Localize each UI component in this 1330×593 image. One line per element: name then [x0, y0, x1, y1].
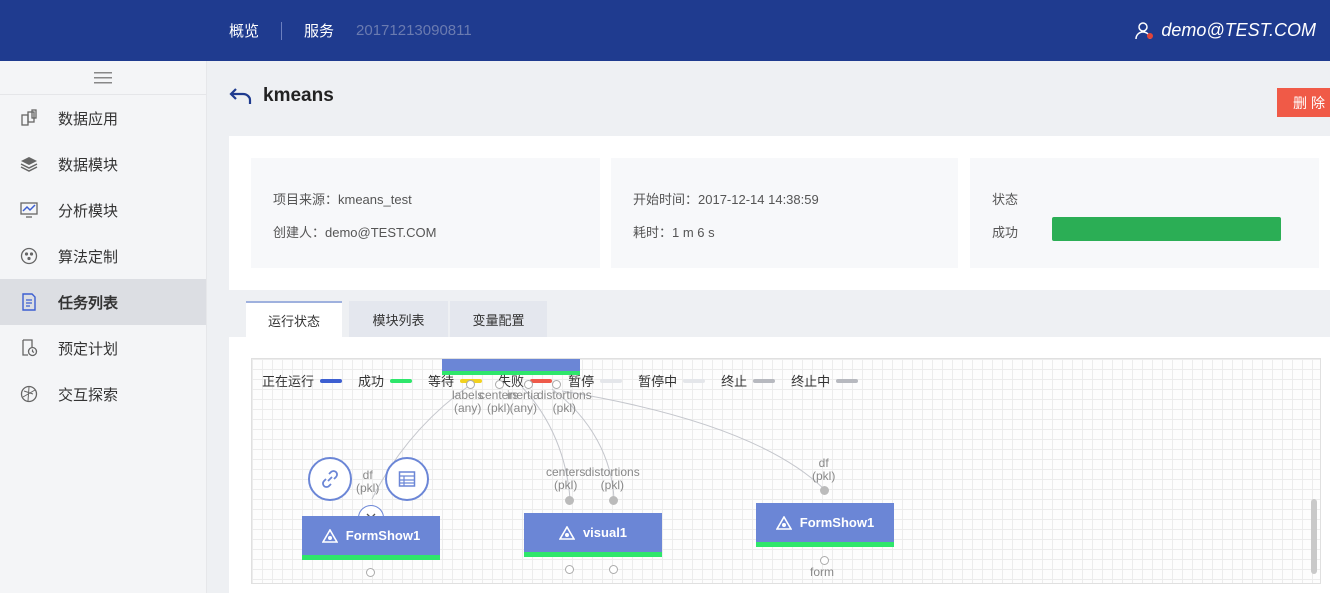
- port-type: (pkl): [600, 478, 625, 492]
- input-label-distortions: distortions (pkl): [585, 466, 640, 492]
- job-id-breadcrumb: 20171213090811: [356, 22, 472, 39]
- sidebar: 数据应用 数据模块 分析模块 算法定制 任务列表 预定计划 交互探索: [0, 61, 207, 593]
- canvas-scrollbar[interactable]: [1311, 499, 1317, 574]
- tab-module-list[interactable]: 模块列表: [349, 301, 448, 337]
- node-label: FormShow1: [799, 515, 875, 530]
- menu-toggle[interactable]: [0, 61, 206, 95]
- port-type: (any): [509, 401, 538, 415]
- input-port[interactable]: [609, 496, 618, 505]
- analysis-icon: [20, 201, 38, 219]
- node-formshow1[interactable]: FormShow1: [302, 516, 440, 560]
- user-email: demo@TEST.COM: [1161, 20, 1316, 40]
- sidebar-item-label: 数据模块: [58, 156, 119, 174]
- creator: 创建人：demo@TEST.COM: [273, 225, 437, 240]
- table-icon: [398, 471, 416, 487]
- port-type: (any): [454, 401, 482, 415]
- port-name: df: [818, 456, 829, 470]
- explore-icon: [20, 385, 38, 403]
- sidebar-item-analysis[interactable]: 分析模块: [0, 187, 206, 233]
- tab-variable-config[interactable]: 变量配置: [450, 301, 547, 337]
- time-card: 开始时间：2017-12-14 14:38:59 耗时：1 m 6 s: [611, 158, 958, 268]
- port-label-distortions: distortions (pkl): [537, 389, 592, 415]
- sidebar-item-label: 数据应用: [58, 110, 119, 128]
- link-button[interactable]: [308, 457, 352, 501]
- tab-content: 正在运行 成功 等待 失败 暂停 暂停中 终止 终止中 labels (any)…: [229, 337, 1330, 593]
- port-type: (pkl): [554, 478, 578, 492]
- node-type-icon: [775, 515, 792, 530]
- logo-area: [0, 0, 207, 61]
- nav-service[interactable]: 服务: [304, 20, 334, 41]
- sidebar-item-explore[interactable]: 交互探索: [0, 371, 206, 417]
- status-card: 状态 成功: [970, 158, 1319, 268]
- sidebar-item-data-app[interactable]: 数据应用: [0, 95, 206, 141]
- layers-icon: [20, 155, 38, 173]
- tabs-area: 运行状态 模块列表 变量配置 正在运行 成功 等待 失败 暂停 暂停中 终止 终…: [229, 290, 1330, 593]
- port-type: (pkl): [812, 469, 836, 483]
- page-title: kmeans: [263, 85, 334, 106]
- user-menu[interactable]: demo@TEST.COM: [1135, 0, 1316, 61]
- nav-overview[interactable]: 概览: [229, 20, 259, 41]
- nav-divider: [281, 21, 283, 40]
- status-progress-bar: [1052, 217, 1281, 241]
- node-type-icon: [321, 528, 338, 543]
- tab-run-status[interactable]: 运行状态: [246, 301, 342, 337]
- back-arrow-icon[interactable]: [229, 86, 253, 106]
- user-icon: [1135, 21, 1154, 39]
- node-label: visual1: [582, 525, 628, 540]
- node-type-icon: [558, 525, 575, 540]
- port-name: df: [362, 468, 373, 482]
- link-icon: [322, 470, 338, 488]
- delete-button[interactable]: 删除: [1277, 88, 1330, 117]
- port-name: centers: [546, 465, 586, 479]
- output-label-form: form: [810, 565, 834, 579]
- sidebar-item-label: 任务列表: [58, 294, 119, 312]
- source-card: 项目来源：kmeans_test 创建人：demo@TEST.COM: [251, 158, 600, 268]
- main-content: kmeans 删除 项目来源：kmeans_test 创建人：demo@TEST…: [207, 61, 1330, 593]
- hamburger-icon: [94, 71, 112, 83]
- data-app-icon: [20, 109, 38, 127]
- project-source: 项目来源：kmeans_test: [273, 192, 412, 207]
- output-port[interactable]: [609, 565, 618, 574]
- node-formshow1-b[interactable]: FormShow1: [756, 503, 894, 547]
- page-header: kmeans: [229, 85, 334, 107]
- input-port[interactable]: [565, 496, 574, 505]
- port-type: (pkl): [356, 481, 380, 495]
- job-info-panel: 项目来源：kmeans_test 创建人：demo@TEST.COM 开始时间：…: [229, 136, 1330, 290]
- schedule-icon: [20, 339, 38, 357]
- port-name: distortions: [585, 465, 640, 479]
- input-label-df: df (pkl): [812, 457, 835, 483]
- sidebar-item-data-module[interactable]: 数据模块: [0, 141, 206, 187]
- sidebar-item-label: 交互探索: [58, 386, 119, 404]
- input-port[interactable]: [820, 486, 829, 495]
- sidebar-item-algorithm[interactable]: 算法定制: [0, 233, 206, 279]
- node-label: FormShow1: [345, 528, 421, 543]
- sidebar-item-label: 算法定制: [58, 248, 119, 266]
- start-time: 开始时间：2017-12-14 14:38:59: [633, 192, 819, 207]
- table-view-button[interactable]: [385, 457, 429, 501]
- input-label-df: df (pkl): [356, 469, 379, 495]
- workflow-canvas[interactable]: 正在运行 成功 等待 失败 暂停 暂停中 终止 终止中 labels (any)…: [251, 358, 1321, 584]
- sidebar-item-task-list[interactable]: 任务列表: [0, 279, 206, 325]
- input-label-centers: centers (pkl): [546, 466, 585, 492]
- output-port[interactable]: [366, 568, 375, 577]
- port-name: inertia: [507, 388, 540, 402]
- node-visual1[interactable]: visual1: [524, 513, 662, 557]
- top-bar: 概览 服务 20171213090811 demo@TEST.COM: [0, 0, 1330, 61]
- port-type: (pkl): [552, 401, 577, 415]
- duration: 耗时：1 m 6 s: [633, 225, 715, 240]
- sidebar-item-label: 分析模块: [58, 202, 119, 220]
- output-port[interactable]: [820, 556, 829, 565]
- sidebar-item-label: 预定计划: [58, 340, 119, 358]
- output-port[interactable]: [565, 565, 574, 574]
- status-label: 状态: [992, 192, 1019, 207]
- task-list-icon: [20, 293, 38, 311]
- port-name: distortions: [537, 388, 592, 402]
- status-value: 成功: [992, 225, 1019, 240]
- sidebar-item-schedule[interactable]: 预定计划: [0, 325, 206, 371]
- port-label-inertia: inertia (any): [507, 389, 540, 415]
- top-nav: 概览 服务 20171213090811: [229, 0, 472, 61]
- algorithm-icon: [20, 247, 38, 265]
